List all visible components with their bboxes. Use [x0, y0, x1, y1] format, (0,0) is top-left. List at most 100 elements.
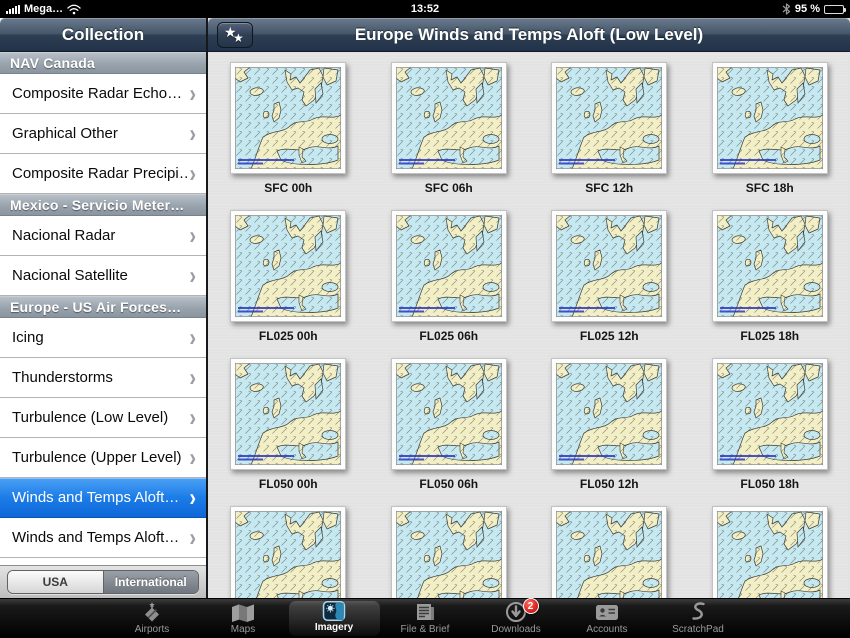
tab-imagery[interactable]: Imagery — [289, 601, 380, 636]
grid-row-fl025: FL025 00h FL025 06h FL025 12h FL025 18h — [208, 210, 850, 358]
chevron-right-icon: › — [189, 223, 196, 248]
tab-file-brief[interactable]: File & Brief — [380, 599, 471, 638]
imagery-header: ★ ★ Europe Winds and Temps Aloft (Low Le… — [208, 18, 850, 52]
segment-international[interactable]: International — [104, 571, 199, 593]
thumbnail-fl050-12h[interactable]: FL050 12h — [551, 358, 667, 492]
item-label: Icing — [12, 329, 189, 346]
thumbnail-frame — [391, 506, 507, 598]
thumbnail-fl050-18h[interactable]: FL050 18h — [712, 358, 828, 492]
tab-maps[interactable]: Maps — [198, 599, 289, 638]
thumbnail-frame — [551, 210, 667, 322]
europe-map-thumbnail — [556, 511, 662, 598]
section-nav-canada: NAV Canada — [0, 52, 206, 74]
thumbnail-frame — [391, 210, 507, 322]
thumbnail-caption: FL025 00h — [259, 329, 318, 344]
europe-map-thumbnail — [717, 215, 823, 317]
thumbnail-sfc-18h[interactable]: SFC 18h — [712, 62, 828, 196]
europe-map-thumbnail — [235, 363, 341, 465]
section-mexico: Mexico - Servicio Meter… — [0, 194, 206, 216]
collection-list[interactable]: NAV Canada Composite Radar Echo… › Graph… — [0, 52, 206, 565]
sidebar-item-turbulence-low[interactable]: Turbulence (Low Level) › — [0, 398, 206, 438]
tab-downloads[interactable]: 2 Downloads — [471, 599, 562, 638]
sidebar-item-composite-radar-precip[interactable]: Composite Radar Precipi… › — [0, 154, 206, 194]
thumbnail-sfc-00h[interactable]: SFC 00h — [230, 62, 346, 196]
airports-icon — [140, 601, 164, 623]
chevron-right-icon: › — [189, 121, 196, 146]
tab-label: Imagery — [315, 622, 353, 633]
tab-label: Downloads — [491, 624, 540, 635]
sidebar-item-icing[interactable]: Icing › — [0, 318, 206, 358]
file-brief-icon — [413, 601, 437, 623]
thumbnail-frame — [551, 62, 667, 174]
tab-label: Accounts — [586, 624, 627, 635]
sidebar-item-winds-temps-aloft-low[interactable]: Winds and Temps Aloft… › — [0, 478, 206, 518]
thumbnail-caption: FL025 12h — [580, 329, 639, 344]
thumbnail-fl025-18h[interactable]: FL025 18h — [712, 210, 828, 344]
accounts-icon — [594, 601, 620, 623]
sidebar-item-graphical-other[interactable]: Graphical Other › — [0, 114, 206, 154]
thumbnail-frame — [230, 210, 346, 322]
sidebar-item-nacional-radar[interactable]: Nacional Radar › — [0, 216, 206, 256]
europe-map-thumbnail — [396, 511, 502, 598]
europe-map-thumbnail — [396, 215, 502, 317]
chevron-right-icon: › — [189, 161, 196, 186]
item-label: Composite Radar Echo… — [12, 85, 189, 102]
sidebar-item-turbulence-upper[interactable]: Turbulence (Upper Level) › — [0, 438, 206, 478]
europe-map-thumbnail — [717, 511, 823, 598]
thumbnail-fl050-00h[interactable]: FL050 00h — [230, 358, 346, 492]
thumbnail-partial[interactable] — [230, 506, 346, 598]
thumbnail-partial[interactable] — [391, 506, 507, 598]
collection-sidebar: Collection NAV Canada Composite Radar Ec… — [0, 18, 208, 598]
sidebar-item-winds-temps-aloft-upper[interactable]: Winds and Temps Aloft… › — [0, 518, 206, 558]
europe-map-thumbnail — [235, 67, 341, 169]
thumbnail-caption: FL025 18h — [740, 329, 799, 344]
tab-scratchpad[interactable]: ScratchPad — [653, 599, 744, 638]
thumbnail-partial[interactable] — [712, 506, 828, 598]
thumbnail-frame — [551, 358, 667, 470]
favorite-button[interactable]: ★ ★ — [217, 22, 253, 48]
clock: 13:52 — [0, 3, 850, 15]
sidebar-title: Collection — [0, 18, 206, 52]
thumbnail-frame — [391, 62, 507, 174]
item-label: Winds and Temps Aloft… — [12, 489, 189, 506]
tab-airports[interactable]: Airports — [107, 599, 198, 638]
europe-map-thumbnail — [717, 67, 823, 169]
thumbnail-caption: FL050 06h — [419, 477, 478, 492]
sidebar-footer: USA International — [0, 565, 206, 598]
item-label: Winds and Temps Aloft… — [12, 529, 189, 546]
item-label: Graphical Other — [12, 125, 189, 142]
thumbnail-caption: SFC 06h — [425, 181, 473, 196]
thumbnail-frame — [230, 62, 346, 174]
imagery-icon — [321, 601, 347, 621]
segment-usa[interactable]: USA — [8, 571, 104, 593]
thumbnail-fl025-12h[interactable]: FL025 12h — [551, 210, 667, 344]
thumbnail-frame — [230, 506, 346, 598]
tab-label: Airports — [135, 624, 169, 635]
bottom-tab-bar: Airports Maps Imagery File & Brief — [0, 598, 850, 638]
tab-label: ScratchPad — [672, 624, 724, 635]
item-label: Composite Radar Precipi… — [12, 165, 189, 182]
thumbnail-sfc-06h[interactable]: SFC 06h — [391, 62, 507, 196]
page-title: Europe Winds and Temps Aloft (Low Level) — [355, 25, 703, 45]
maps-icon — [230, 601, 256, 623]
sidebar-item-nacional-satellite[interactable]: Nacional Satellite › — [0, 256, 206, 296]
thumbnail-sfc-12h[interactable]: SFC 12h — [551, 62, 667, 196]
thumbnail-fl050-06h[interactable]: FL050 06h — [391, 358, 507, 492]
region-segmented-control: USA International — [7, 570, 199, 594]
thumbnail-fl025-06h[interactable]: FL025 06h — [391, 210, 507, 344]
sidebar-item-thunderstorms[interactable]: Thunderstorms › — [0, 358, 206, 398]
thumbnail-grid[interactable]: SFC 00h SFC 06h SFC 12h SFC 18h FL025 00… — [208, 52, 850, 598]
battery-icon — [824, 5, 844, 14]
thumbnail-caption: SFC 18h — [746, 181, 794, 196]
thumbnail-caption: FL050 00h — [259, 477, 318, 492]
item-label: Turbulence (Low Level) — [12, 409, 189, 426]
europe-map-thumbnail — [556, 67, 662, 169]
thumbnail-partial[interactable] — [551, 506, 667, 598]
tab-accounts[interactable]: Accounts — [562, 599, 653, 638]
thumbnail-caption: FL050 18h — [740, 477, 799, 492]
europe-map-thumbnail — [717, 363, 823, 465]
sidebar-item-composite-radar-echo[interactable]: Composite Radar Echo… › — [0, 74, 206, 114]
star-icon: ★ — [233, 31, 244, 45]
chevron-right-icon: › — [189, 405, 196, 430]
thumbnail-fl025-00h[interactable]: FL025 00h — [230, 210, 346, 344]
